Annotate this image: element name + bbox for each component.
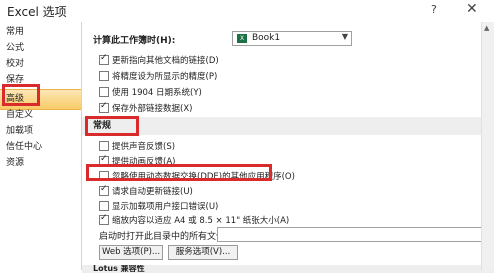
- workbook-select[interactable]: X Book1 ▼: [232, 31, 352, 46]
- animation-feedback-label: 提供动画反馈(A): [112, 157, 176, 167]
- sound-feedback-label: 提供声音反馈(S): [112, 142, 176, 152]
- vertical-scrollbar[interactable]: ▲: [481, 22, 494, 270]
- precision-checkbox[interactable]: [99, 71, 109, 81]
- auto-update-links-label: 请求自动更新链接(U): [112, 187, 193, 197]
- general-section-title: 常规: [93, 121, 112, 131]
- scale-a4-checkbox[interactable]: [99, 213, 109, 225]
- web-options-button[interactable]: Web 选项(P)...: [99, 245, 163, 260]
- sidebar-item-general[interactable]: 常用: [6, 25, 24, 39]
- excel-workbook-icon: X: [237, 34, 247, 43]
- save-external-label: 保存外部链接数据(X): [112, 104, 193, 114]
- ignore-dde-label: 忽略使用动态数据交换(DDE)的其他应用程序(O): [112, 172, 295, 182]
- help-icon[interactable]: ?: [431, 3, 437, 16]
- lotus-section-header: Lotus 兼容性: [82, 265, 494, 273]
- startup-folder-input[interactable]: [217, 227, 487, 242]
- animation-feedback-checkbox[interactable]: [99, 154, 109, 166]
- addin-errors-label: 显示加载项用户接口错误(U): [112, 202, 219, 212]
- close-icon[interactable]: ✕: [466, 1, 478, 17]
- update-links-checkbox[interactable]: [99, 53, 109, 65]
- sidebar-item-resources[interactable]: 资源: [6, 156, 24, 170]
- sidebar-item-proofing[interactable]: 校对: [6, 57, 24, 71]
- window-title: Excel 选项: [7, 5, 67, 19]
- sound-feedback-checkbox[interactable]: [99, 141, 109, 151]
- date1904-checkbox[interactable]: [99, 87, 109, 97]
- sidebar: 常用 公式 校对 保存 高级 自定义 加载项 信任中心 资源: [0, 22, 82, 270]
- workbook-select-value: Book1: [252, 33, 281, 43]
- sidebar-item-save[interactable]: 保存: [6, 73, 24, 87]
- sidebar-item-advanced[interactable]: 高级: [6, 92, 24, 106]
- precision-label: 将精度设为所显示的精度(P): [112, 72, 218, 82]
- scale-a4-label: 缩放内容以适应 A4 或 8.5 × 11" 纸张大小(A): [112, 216, 290, 226]
- auto-update-links-checkbox[interactable]: [99, 184, 109, 196]
- save-external-checkbox[interactable]: [99, 101, 109, 113]
- ignore-dde-checkbox[interactable]: [99, 171, 109, 181]
- sidebar-item-trust-center[interactable]: 信任中心: [6, 140, 42, 154]
- title-bar: Excel 选项 ? ✕: [0, 0, 494, 22]
- sidebar-item-addins[interactable]: 加载项: [6, 124, 33, 138]
- advanced-options-pane: 计算此工作簿时(H): X Book1 ▼ 更新指向其他文档的链接(D) 将精度…: [82, 22, 494, 273]
- sidebar-item-formulas[interactable]: 公式: [6, 41, 24, 55]
- service-options-button[interactable]: 服务选项(V)...: [168, 245, 238, 260]
- calc-workbook-label: 计算此工作簿时(H):: [93, 36, 176, 46]
- scroll-up-icon[interactable]: ▲: [484, 24, 489, 32]
- lotus-section-title: Lotus 兼容性: [93, 265, 145, 273]
- general-section-header: 常规: [82, 117, 494, 135]
- date1904-label: 使用 1904 日期系统(Y): [112, 88, 202, 98]
- chevron-down-icon: ▼: [341, 32, 348, 41]
- update-links-label: 更新指向其他文档的链接(D): [112, 56, 219, 66]
- addin-errors-checkbox[interactable]: [99, 201, 109, 211]
- sidebar-item-customize[interactable]: 自定义: [6, 108, 33, 122]
